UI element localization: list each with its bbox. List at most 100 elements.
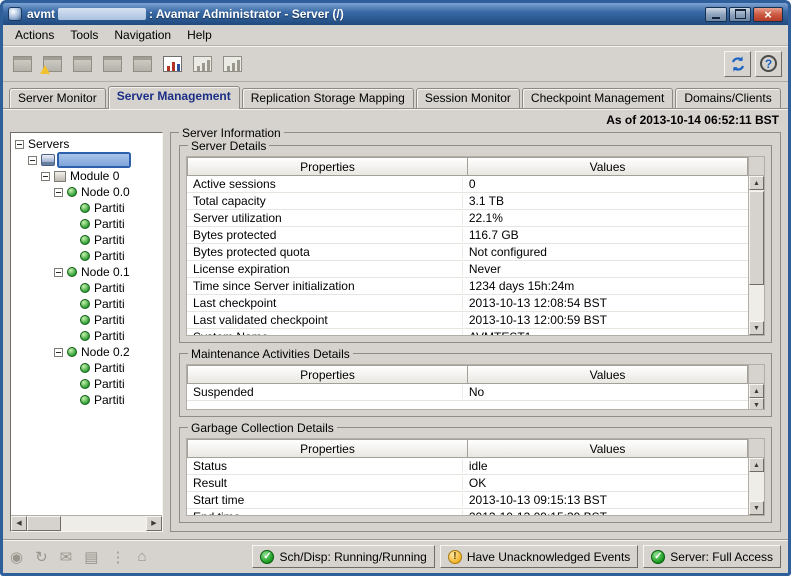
- table-row[interactable]: Status idle: [187, 458, 748, 475]
- refresh-button[interactable]: [724, 51, 751, 77]
- tree-node-partition[interactable]: Partiti: [11, 232, 162, 248]
- hscrollbar-track[interactable]: [61, 516, 146, 531]
- table-row[interactable]: Last validated checkpoint 2013-10-13 12:…: [187, 312, 748, 329]
- tab-label: Domains/Clients: [684, 91, 771, 105]
- vertical-scrollbar[interactable]: [748, 365, 764, 409]
- vscrollbar-track[interactable]: [749, 472, 764, 501]
- column-header-values[interactable]: Values: [468, 365, 748, 384]
- overflow-icon[interactable]: ⋮: [110, 548, 125, 566]
- tree-node-servers[interactable]: Servers: [11, 136, 162, 152]
- tree-node-icon: [80, 363, 90, 373]
- tree-expander-icon[interactable]: [41, 172, 50, 181]
- vertical-scrollbar[interactable]: [748, 439, 764, 515]
- toolbar-window-alert-button[interactable]: [39, 51, 66, 77]
- tab-replication-storage-mapping[interactable]: Replication Storage Mapping: [242, 88, 414, 108]
- status-sch-disp-button[interactable]: Sch/Disp: Running/Running: [252, 545, 434, 568]
- toolbar-chart-button-1[interactable]: [189, 51, 216, 77]
- table-row[interactable]: Result OK: [187, 475, 748, 492]
- message-icon[interactable]: ✉: [60, 548, 73, 566]
- scrollbar-corner: [749, 365, 764, 384]
- status-server-access-button[interactable]: Server: Full Access: [643, 545, 781, 568]
- table-row[interactable]: Suspended No: [187, 384, 748, 401]
- table-row[interactable]: Active sessions 0: [187, 176, 748, 193]
- home-icon[interactable]: ⌂: [137, 548, 146, 565]
- tree-node-partition[interactable]: Partiti: [11, 312, 162, 328]
- tree-node-partition[interactable]: Partiti: [11, 376, 162, 392]
- menu-navigation[interactable]: Navigation: [106, 26, 179, 44]
- tree-node-label: Partiti: [94, 233, 125, 247]
- help-button[interactable]: ?: [755, 51, 782, 77]
- tree-node-partition[interactable]: Partiti: [11, 360, 162, 376]
- table-row[interactable]: Total capacity 3.1 TB: [187, 193, 748, 210]
- clock-icon[interactable]: ◉: [10, 548, 23, 566]
- tree-node-partition[interactable]: Partiti: [11, 200, 162, 216]
- table-row[interactable]: Server utilization 22.1%: [187, 210, 748, 227]
- tree-node-partition[interactable]: Partiti: [11, 328, 162, 344]
- table-row[interactable]: End time 2013-10-13 09:15:39 BST: [187, 509, 748, 515]
- tab-checkpoint-management[interactable]: Checkpoint Management: [522, 88, 673, 108]
- scroll-down-button[interactable]: [749, 501, 764, 515]
- toolbar-window-button-1[interactable]: [9, 51, 36, 77]
- sync-icon[interactable]: ↻: [35, 548, 48, 566]
- tree-expander-icon[interactable]: [54, 268, 63, 277]
- tree-expander-icon[interactable]: [54, 188, 63, 197]
- toolbar-window-button-2[interactable]: [69, 51, 96, 77]
- scroll-down-button[interactable]: [749, 321, 764, 335]
- column-header-properties[interactable]: Properties: [187, 365, 468, 384]
- tree-node-node-0-0[interactable]: Node 0.0: [11, 184, 162, 200]
- table-row[interactable]: System Name AVMTEST1: [187, 329, 748, 335]
- toolbar-chart-alert-button[interactable]: [159, 51, 186, 77]
- title-bar[interactable]: avmt : Avamar Administrator - Server (/): [3, 3, 788, 25]
- tab-session-monitor[interactable]: Session Monitor: [416, 88, 520, 108]
- tree-node-partition[interactable]: Partiti: [11, 296, 162, 312]
- column-header-properties[interactable]: Properties: [187, 439, 468, 458]
- tree-node-partition[interactable]: Partiti: [11, 392, 162, 408]
- menu-tools[interactable]: Tools: [62, 26, 106, 44]
- tab-domains-clients[interactable]: Domains/Clients: [675, 88, 780, 108]
- tree-node-node-0-1[interactable]: Node 0.1: [11, 264, 162, 280]
- toolbar-chart-button-2[interactable]: [219, 51, 246, 77]
- tree-expander-icon[interactable]: [28, 156, 37, 165]
- note-icon[interactable]: ▤: [84, 548, 98, 566]
- status-unacknowledged-events-button[interactable]: Have Unacknowledged Events: [440, 545, 638, 568]
- tree-expander-icon[interactable]: [15, 140, 24, 149]
- close-icon[interactable]: [753, 7, 783, 22]
- tree-node-node-0-2[interactable]: Node 0.2: [11, 344, 162, 360]
- toolbar-window-button-3[interactable]: [99, 51, 126, 77]
- table-row[interactable]: Time since Server initialization 1234 da…: [187, 278, 748, 295]
- tree-node-module-0[interactable]: Module 0: [11, 168, 162, 184]
- tree-expander-icon[interactable]: [54, 348, 63, 357]
- scroll-up-button[interactable]: [749, 176, 764, 190]
- vscrollbar-thumb[interactable]: [749, 191, 764, 285]
- column-header-properties[interactable]: Properties: [187, 157, 468, 176]
- scroll-right-button[interactable]: [146, 516, 162, 531]
- tab-server-management[interactable]: Server Management: [108, 86, 240, 109]
- tab-server-monitor[interactable]: Server Monitor: [9, 88, 106, 108]
- hscrollbar-thumb[interactable]: [27, 516, 61, 531]
- column-header-values[interactable]: Values: [468, 439, 748, 458]
- tree-node-partition[interactable]: Partiti: [11, 216, 162, 232]
- scroll-left-button[interactable]: [11, 516, 27, 531]
- tree-horizontal-scrollbar[interactable]: [11, 515, 162, 531]
- table-row[interactable]: License expiration Never: [187, 261, 748, 278]
- menu-actions[interactable]: Actions: [7, 26, 62, 44]
- scroll-up-button[interactable]: [749, 384, 764, 398]
- column-header-values[interactable]: Values: [468, 157, 748, 176]
- table-row[interactable]: Last checkpoint 2013-10-13 12:08:54 BST: [187, 295, 748, 312]
- menu-help[interactable]: Help: [179, 26, 220, 44]
- tree-node-partition[interactable]: Partiti: [11, 280, 162, 296]
- tree-node-server-redacted[interactable]: [11, 152, 162, 168]
- vertical-scrollbar[interactable]: [748, 157, 764, 335]
- toolbar-window-button-4[interactable]: [129, 51, 156, 77]
- minimize-icon[interactable]: [705, 7, 727, 22]
- table-row[interactable]: Bytes protected 116.7 GB: [187, 227, 748, 244]
- table-row[interactable]: Start time 2013-10-13 09:15:13 BST: [187, 492, 748, 509]
- maximize-icon[interactable]: [729, 7, 751, 22]
- tree-node-partition[interactable]: Partiti: [11, 248, 162, 264]
- property-name: Result: [187, 476, 462, 490]
- vscrollbar-track[interactable]: [749, 190, 764, 321]
- property-name: Active sessions: [187, 177, 462, 191]
- scroll-up-button[interactable]: [749, 458, 764, 472]
- scroll-down-button[interactable]: [749, 398, 764, 410]
- table-row[interactable]: Bytes protected quota Not configured: [187, 244, 748, 261]
